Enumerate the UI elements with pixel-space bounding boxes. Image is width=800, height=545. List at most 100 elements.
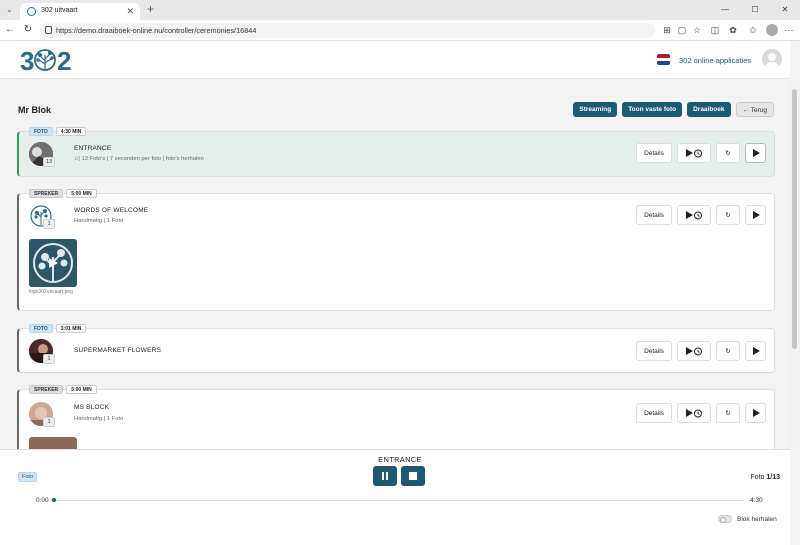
reload-item-button[interactable]: ↻ — [716, 143, 740, 163]
play-timer-icon — [686, 409, 702, 418]
apps-link[interactable]: 302 online applicaties — [679, 56, 751, 65]
apps-grid-icon[interactable]: ⊞ — [662, 25, 672, 35]
more-menu-icon[interactable]: ⋯ — [784, 25, 794, 35]
media-caption: logo302uitvaart.png — [29, 289, 73, 295]
browser-tab[interactable]: 302 uitvaart ✕ — [20, 3, 140, 20]
favorite-star-icon[interactable]: ☆ — [692, 25, 702, 35]
favicon-icon — [27, 7, 36, 16]
tab-title: 302 uitvaart — [41, 7, 78, 14]
play-timer-icon — [686, 347, 702, 356]
details-button[interactable]: Details — [636, 205, 672, 225]
item-controls: Details ↻ — [636, 403, 766, 423]
reload-item-button[interactable]: ↻ — [716, 341, 740, 361]
reload-icon[interactable]: ↻ — [22, 24, 34, 35]
minimize-icon[interactable]: — — [710, 0, 740, 20]
item-subtitle: ♫| 13 Foto's | 7 seconden per foto | fot… — [74, 156, 204, 162]
maximize-icon[interactable]: ☐ — [740, 0, 770, 20]
play-timer-button[interactable] — [677, 403, 711, 423]
play-button[interactable] — [745, 143, 766, 163]
item-title: SUPERMARKET FLOWERS — [74, 347, 162, 354]
photo-count: 1 — [43, 417, 55, 427]
player-panel: ENTRANCE Foto Foto 1/13 0:00 4:30 Blok h… — [0, 449, 790, 545]
ceremony-item: FOTO 3:01 MIN 1 SUPERMARKET FLOWERS Deta… — [17, 324, 775, 373]
favorites-icon[interactable]: ✩ — [748, 25, 758, 35]
details-button[interactable]: Details — [636, 341, 672, 361]
media-preview[interactable] — [29, 239, 77, 287]
play-timer-button[interactable] — [677, 341, 711, 361]
reader-icon[interactable]: ▢ — [677, 25, 687, 35]
tab-list-chevron-icon[interactable]: ⌄ — [6, 5, 16, 15]
page-actions: Streaming Toon vaste foto Draaiboek ← Te… — [573, 102, 774, 117]
reload-icon: ↻ — [725, 410, 731, 417]
scrollbar-thumb[interactable] — [792, 89, 797, 349]
browser-profile-avatar[interactable] — [766, 24, 778, 36]
item-badges: FOTO 3:01 MIN — [29, 324, 87, 333]
details-button[interactable]: Details — [636, 143, 672, 163]
play-icon — [752, 149, 760, 157]
extensions-icon[interactable]: ✿ — [728, 25, 738, 35]
type-badge: FOTO — [29, 324, 53, 333]
item-title: MS BLOCK — [74, 404, 110, 411]
details-button[interactable]: Details — [636, 403, 672, 423]
dutch-flag-icon[interactable] — [657, 54, 670, 65]
back-arrow-icon[interactable]: ← — [4, 24, 16, 35]
browser-tabbar: ⌄ 302 uitvaart ✕ + — ☐ ✕ — [0, 0, 800, 20]
duration-badge: 4:30 MIN — [55, 127, 87, 136]
reload-icon: ↻ — [725, 212, 731, 219]
toon-vaste-foto-button[interactable]: Toon vaste foto — [622, 102, 683, 117]
play-timer-icon — [686, 211, 702, 220]
player-type-badge: Foto — [18, 472, 38, 482]
play-button[interactable] — [745, 403, 766, 423]
lock-icon — [45, 26, 52, 34]
terug-button[interactable]: ← Terug — [735, 102, 774, 117]
page-scrollbar[interactable] — [790, 79, 800, 449]
time-total: 4:30 — [750, 497, 763, 504]
user-avatar[interactable] — [762, 49, 782, 69]
duration-badge: 3:01 MIN — [55, 324, 87, 333]
url-field[interactable]: https://demo.draaiboek-online.nu/control… — [40, 23, 655, 38]
ceremony-item: FOTO 4:30 MIN 13 ENTRANCE ♫| 13 Foto's |… — [17, 127, 775, 177]
type-badge: FOTO — [29, 127, 53, 136]
play-timer-icon — [686, 149, 702, 158]
back-arrow-icon: ← — [742, 107, 751, 114]
reload-item-button[interactable]: ↻ — [716, 403, 740, 423]
logo-302[interactable]: 3 2 — [20, 45, 80, 75]
play-icon — [752, 347, 760, 355]
reload-item-button[interactable]: ↻ — [716, 205, 740, 225]
tree-image-icon — [29, 239, 77, 287]
play-icon — [752, 409, 760, 417]
photo-count: 13 — [43, 157, 55, 167]
svg-text:3: 3 — [20, 46, 34, 75]
play-timer-button[interactable] — [677, 143, 711, 163]
split-screen-icon[interactable]: ◫ — [710, 25, 720, 35]
draaiboek-button[interactable]: Draaiboek — [687, 102, 731, 117]
repeat-toggle[interactable] — [718, 515, 732, 523]
tab-close-icon[interactable]: ✕ — [126, 6, 134, 17]
progress-handle[interactable] — [52, 498, 56, 502]
pause-icon — [382, 472, 388, 480]
item-subtitle: Handmatig | 1 Foto — [74, 218, 124, 224]
page-title: Mr Blok — [18, 105, 52, 115]
svg-text:2: 2 — [57, 46, 71, 75]
item-badges: FOTO 4:30 MIN — [29, 127, 87, 136]
stop-button[interactable] — [401, 466, 425, 486]
ceremony-item: SPREKER 5:00 MIN 1 WORDS OF WELCOME Hand… — [17, 189, 775, 311]
photo-counter-value: 1/13 — [766, 474, 780, 481]
time-elapsed: 0:00 — [36, 497, 49, 504]
pause-button[interactable] — [373, 466, 397, 486]
new-tab-icon[interactable]: + — [147, 2, 154, 16]
streaming-button[interactable]: Streaming — [573, 102, 618, 117]
photo-count: 1 — [43, 354, 55, 364]
play-button[interactable] — [745, 341, 766, 361]
play-timer-button[interactable] — [677, 205, 711, 225]
photo-counter-label: Foto — [750, 474, 765, 481]
player-title: ENTRANCE — [378, 455, 422, 464]
type-badge: SPREKER — [29, 189, 64, 198]
play-button[interactable] — [745, 205, 766, 225]
progress-track[interactable] — [54, 500, 744, 501]
repeat-label: Blok herhalen — [737, 516, 777, 523]
close-window-icon[interactable]: ✕ — [770, 0, 800, 20]
type-badge: SPREKER — [29, 385, 64, 394]
item-controls: Details ↻ — [636, 143, 766, 163]
app-header: 3 2 302 online applicaties — [0, 41, 790, 79]
